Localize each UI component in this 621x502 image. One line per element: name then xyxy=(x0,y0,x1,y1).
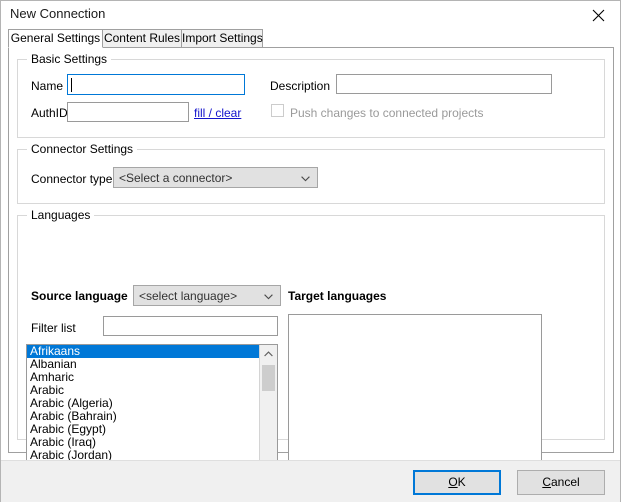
basic-settings-group: Basic Settings Name Description AuthID f… xyxy=(17,59,605,138)
connector-settings-group: Connector Settings Connector type <Selec… xyxy=(17,149,605,204)
fill-clear-link[interactable]: fill / clear xyxy=(194,106,241,120)
authid-input[interactable] xyxy=(67,102,189,122)
connector-type-select[interactable]: <Select a connector> xyxy=(113,167,318,188)
language-list-item[interactable]: Amharic xyxy=(27,371,260,384)
text-caret xyxy=(71,78,72,92)
ok-button[interactable]: OK xyxy=(413,470,501,495)
name-label: Name xyxy=(31,79,63,93)
new-connection-dialog: New Connection General Settings Content … xyxy=(0,0,621,502)
language-list-item[interactable]: Arabic xyxy=(27,384,260,397)
dialog-footer: OK Cancel xyxy=(1,460,620,502)
filter-list-label: Filter list xyxy=(31,321,76,335)
button-accel-key: O xyxy=(448,475,457,489)
description-input[interactable] xyxy=(336,74,552,94)
connector-type-label: Connector type xyxy=(31,172,112,186)
basic-settings-title: Basic Settings xyxy=(27,52,111,66)
push-changes-checkbox[interactable] xyxy=(271,104,284,117)
tab-import-settings[interactable]: Import Settings xyxy=(181,29,263,48)
source-language-select[interactable]: <select language> xyxy=(133,285,281,306)
description-label: Description xyxy=(270,79,330,93)
tab-label: Import Settings xyxy=(182,31,263,45)
close-button[interactable] xyxy=(576,1,620,29)
language-list-item[interactable]: Arabic (Egypt) xyxy=(27,423,260,436)
tab-general-settings[interactable]: General Settings xyxy=(8,29,103,48)
source-language-label: Source language xyxy=(31,289,128,303)
source-language-value: <select language> xyxy=(139,286,237,306)
window-title: New Connection xyxy=(10,6,105,21)
filter-list-input[interactable] xyxy=(103,316,278,336)
language-list-item[interactable]: Arabic (Bahrain) xyxy=(27,410,260,423)
title-bar: New Connection xyxy=(1,1,620,29)
connector-settings-title: Connector Settings xyxy=(27,142,137,156)
tab-label: General Settings xyxy=(11,31,100,45)
listbox-scrollbar[interactable] xyxy=(259,345,277,475)
available-languages-listbox[interactable]: AfrikaansAlbanianAmharicArabicArabic (Al… xyxy=(26,344,278,476)
tab-label: Content Rules xyxy=(104,31,180,45)
authid-label: AuthID xyxy=(31,106,68,120)
cancel-button[interactable]: Cancel xyxy=(517,470,605,495)
chevron-down-icon xyxy=(264,286,273,306)
tab-content-rules[interactable]: Content Rules xyxy=(102,29,182,48)
language-list-item[interactable]: Afrikaans xyxy=(27,345,260,358)
languages-title: Languages xyxy=(27,208,94,222)
tab-strip: General Settings Content Rules Import Se… xyxy=(8,29,614,48)
available-languages-items: AfrikaansAlbanianAmharicArabicArabic (Al… xyxy=(27,345,260,475)
language-list-item[interactable]: Arabic (Iraq) xyxy=(27,436,260,449)
languages-group: Languages Source language <select langua… xyxy=(17,215,605,440)
chevron-down-icon xyxy=(301,168,310,188)
language-list-item[interactable]: Albanian xyxy=(27,358,260,371)
general-settings-panel: Basic Settings Name Description AuthID f… xyxy=(8,47,614,453)
scrollbar-thumb[interactable] xyxy=(262,365,275,391)
button-accel-key: C xyxy=(542,475,551,489)
target-languages-listbox[interactable] xyxy=(288,314,542,476)
target-languages-label: Target languages xyxy=(288,289,386,303)
close-icon xyxy=(592,9,605,22)
push-changes-label: Push changes to connected projects xyxy=(290,106,483,120)
button-label-post: K xyxy=(458,475,466,489)
language-list-item[interactable]: Arabic (Algeria) xyxy=(27,397,260,410)
chevron-up-icon[interactable] xyxy=(260,345,277,362)
button-label-post: ancel xyxy=(551,475,580,489)
name-input[interactable] xyxy=(67,74,245,95)
connector-type-value: <Select a connector> xyxy=(119,168,232,188)
